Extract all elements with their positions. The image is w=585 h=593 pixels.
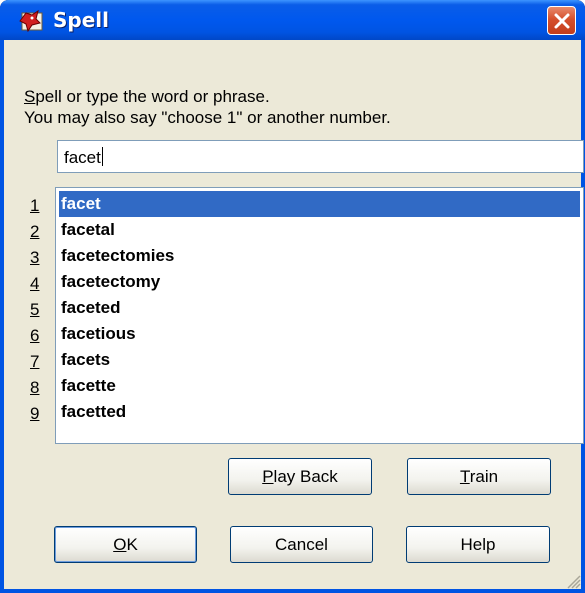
list-item[interactable]: faceted xyxy=(59,295,580,321)
choice-number[interactable]: 5 xyxy=(30,297,46,323)
choice-number[interactable]: 1 xyxy=(30,193,46,219)
list-item[interactable]: facetectomies xyxy=(59,243,580,269)
ok-mnemonic: O xyxy=(113,535,127,554)
list-item[interactable]: facets xyxy=(59,347,580,373)
spell-input[interactable]: facet xyxy=(57,140,584,173)
instruction-line-2: You may also say "choose 1" or another n… xyxy=(24,108,391,127)
choice-number[interactable]: 8 xyxy=(30,375,46,401)
list-item-selected[interactable]: facet xyxy=(59,191,580,217)
list-item[interactable]: facette xyxy=(59,373,580,399)
choice-number[interactable]: 2 xyxy=(30,219,46,245)
ok-button[interactable]: OK xyxy=(54,526,197,563)
play-back-label: lay Back xyxy=(273,467,338,486)
spell-input-value: facet xyxy=(64,148,101,167)
list-item[interactable]: facetal xyxy=(59,217,580,243)
choice-number[interactable]: 4 xyxy=(30,271,46,297)
train-button[interactable]: Train xyxy=(407,458,551,495)
ok-label: K xyxy=(126,535,138,554)
resize-grip-icon[interactable] xyxy=(565,573,581,589)
suggestions-list[interactable]: facet facetal facetectomies facetectomy … xyxy=(55,187,584,444)
choice-number[interactable]: 6 xyxy=(30,323,46,349)
choice-number[interactable]: 7 xyxy=(30,349,46,375)
cancel-button[interactable]: Cancel xyxy=(230,526,373,563)
title-bar[interactable]: Spell xyxy=(0,0,585,40)
list-item[interactable]: facetectomy xyxy=(59,269,580,295)
close-icon xyxy=(554,13,570,29)
window-title: Spell xyxy=(53,8,109,32)
text-caret xyxy=(101,147,103,166)
instruction-line-1-text: pell or type the word or phrase. xyxy=(35,87,270,106)
train-label: rain xyxy=(469,467,499,486)
train-mnemonic: T xyxy=(459,467,470,486)
list-item[interactable]: facetious xyxy=(59,321,580,347)
instructions: Spell or type the word or phrase. You ma… xyxy=(24,86,391,128)
window-frame-bottom xyxy=(0,589,585,593)
list-item[interactable]: facetted xyxy=(59,399,580,425)
choice-number[interactable]: 3 xyxy=(30,245,46,271)
play-back-button[interactable]: Play Back xyxy=(228,458,372,495)
close-button[interactable] xyxy=(547,6,576,35)
play-back-mnemonic: P xyxy=(262,467,274,486)
instruction-line-1: Spell or type the word or phrase. xyxy=(24,86,391,107)
spell-dialog: Spell Spell or type the word or phrase. … xyxy=(0,0,585,593)
choice-number[interactable]: 9 xyxy=(30,401,46,427)
help-button[interactable]: Help xyxy=(406,526,550,563)
choice-numbers: 1 2 3 4 5 6 7 8 9 xyxy=(30,193,46,427)
dragon-icon xyxy=(18,9,44,33)
instruction-mnemonic: S xyxy=(24,87,36,106)
